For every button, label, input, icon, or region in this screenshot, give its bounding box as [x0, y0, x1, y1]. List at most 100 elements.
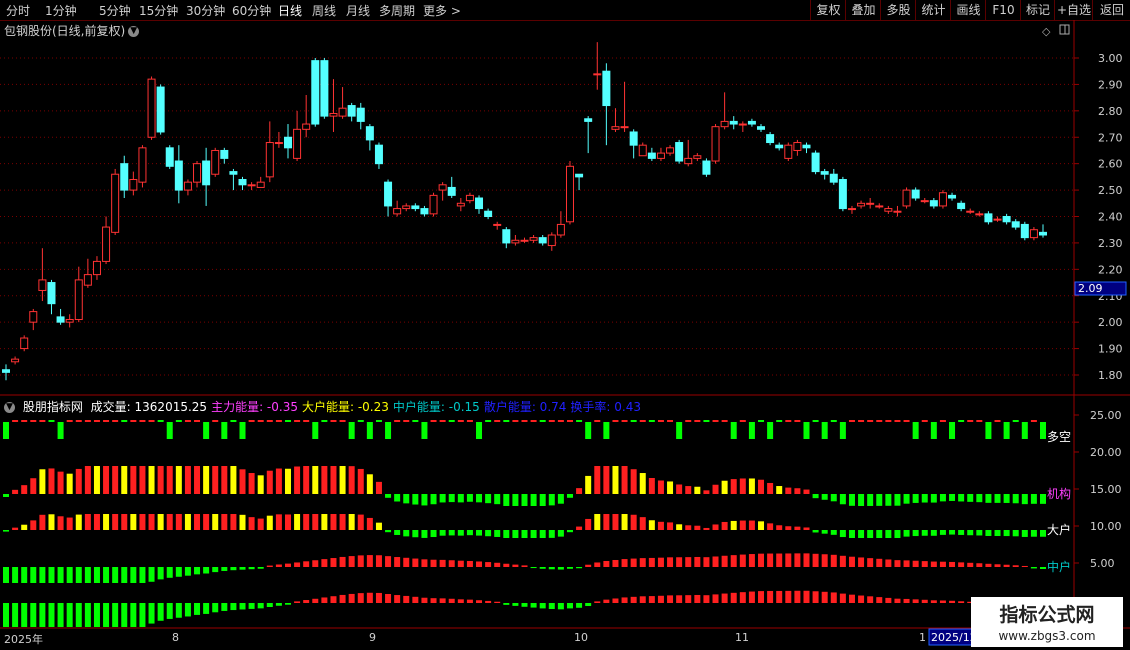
candle-body-up	[511, 239, 520, 244]
retail-bar	[958, 601, 965, 603]
mid-holder-bar	[903, 560, 910, 567]
long-short-bar	[284, 420, 291, 422]
big-holder-bar	[139, 514, 146, 530]
candle-body-up	[329, 112, 338, 117]
candle-body-down	[447, 186, 456, 196]
x-axis-label-year: 2025年	[4, 633, 43, 646]
candle-body-up	[338, 107, 347, 117]
big-holder-bar	[284, 514, 291, 530]
institution-bar	[221, 466, 228, 494]
big-holder-bar	[1012, 530, 1019, 537]
retail-bar	[839, 593, 846, 603]
retail-bar	[912, 599, 919, 603]
retail-bar	[157, 603, 164, 621]
mid-holder-bar	[84, 567, 91, 583]
big-holder-bar	[621, 514, 628, 530]
mid-holder-bar	[21, 567, 28, 583]
institution-bar	[239, 469, 246, 494]
candle-body-up	[684, 157, 693, 165]
institution-bar	[494, 494, 501, 505]
mid-holder-bar	[566, 567, 573, 569]
big-holder-bar	[894, 530, 901, 538]
big-holder-bar	[48, 514, 55, 530]
retail-bar	[239, 603, 246, 610]
candle-body-up	[438, 184, 447, 191]
institution-bar	[903, 494, 910, 504]
long-short-bar	[657, 420, 664, 422]
chevron-down-icon[interactable]: ▼	[4, 402, 15, 413]
long-short-bar	[557, 420, 564, 422]
big-holder-bar	[1040, 530, 1046, 537]
candle-body-down	[948, 194, 957, 199]
institution-bar	[657, 480, 664, 494]
institution-bar	[812, 494, 819, 499]
institution-bar	[685, 486, 692, 494]
mid-holder-bar	[821, 554, 828, 567]
candle-body-up	[902, 189, 911, 207]
big-holder-bar	[657, 521, 664, 530]
candle-body-up	[493, 223, 502, 226]
retail-bar	[457, 599, 464, 603]
mid-holder-bar	[694, 556, 701, 567]
diamond-icon[interactable]: ◇	[1042, 25, 1051, 38]
retail-bar	[685, 595, 692, 603]
big-holder-bar	[630, 514, 637, 530]
long-short-bar	[57, 422, 64, 439]
long-short-bar	[375, 420, 382, 422]
candle-body-down	[238, 179, 247, 186]
mid-holder-bar	[30, 567, 37, 583]
institution-bar	[1040, 494, 1046, 504]
institution-bar	[612, 466, 619, 494]
retail-bar	[539, 603, 546, 609]
long-short-bar	[239, 422, 246, 439]
mid-holder-bar	[576, 567, 583, 569]
mid-holder-bar	[776, 553, 783, 567]
long-short-bar	[93, 420, 100, 422]
retail-bar	[921, 599, 928, 603]
candle-body-up	[393, 208, 402, 215]
institution-bar	[821, 494, 828, 500]
candle-body-down	[165, 147, 174, 167]
watermark-url: www.zbgs3.com	[998, 629, 1096, 643]
mid-holder-bar	[339, 556, 346, 567]
candle-body-down	[647, 152, 656, 159]
mid-holder-bar	[730, 555, 737, 567]
long-short-bar	[103, 420, 110, 422]
mid-holder-bar	[557, 567, 564, 570]
mid-holder-bar	[912, 560, 919, 567]
retail-bar	[785, 590, 792, 603]
institution-bar	[1021, 494, 1028, 505]
institution-bar	[266, 470, 273, 494]
retail-bar	[30, 603, 37, 627]
retail-bar	[894, 598, 901, 603]
chart-canvas[interactable]: 3.002.902.802.702.602.502.402.302.202.10…	[0, 0, 1130, 650]
candle-body-down	[347, 105, 356, 117]
institution-bar	[466, 494, 473, 502]
mid-holder-bar	[266, 565, 273, 567]
candle-body-up	[274, 142, 283, 145]
long-short-bar	[66, 420, 73, 422]
retail-bar	[876, 597, 883, 603]
retail-bar	[667, 595, 674, 603]
mid-holder-bar	[394, 557, 401, 567]
long-short-bar	[566, 420, 573, 422]
big-holder-bar	[221, 514, 228, 530]
long-short-bar	[712, 420, 719, 422]
institution-bar	[66, 473, 73, 494]
retail-bar	[75, 603, 82, 627]
institution-bar	[93, 466, 100, 494]
mid-holder-bar	[157, 567, 164, 580]
big-holder-bar	[994, 530, 1001, 537]
indicator-value-0: 成交量: 1362015.25	[90, 400, 208, 414]
retail-bar	[439, 598, 446, 603]
candle-body-up	[193, 163, 202, 183]
x-axis-label-dec: 1	[919, 631, 926, 644]
long-short-bar	[39, 420, 46, 422]
big-holder-bar	[21, 524, 28, 530]
retail-bar	[57, 603, 64, 627]
retail-bar	[84, 603, 91, 627]
candle-body-down	[747, 120, 756, 125]
institution-bar	[430, 494, 437, 505]
long-short-bar	[403, 420, 410, 422]
big-holder-bar	[648, 520, 655, 530]
